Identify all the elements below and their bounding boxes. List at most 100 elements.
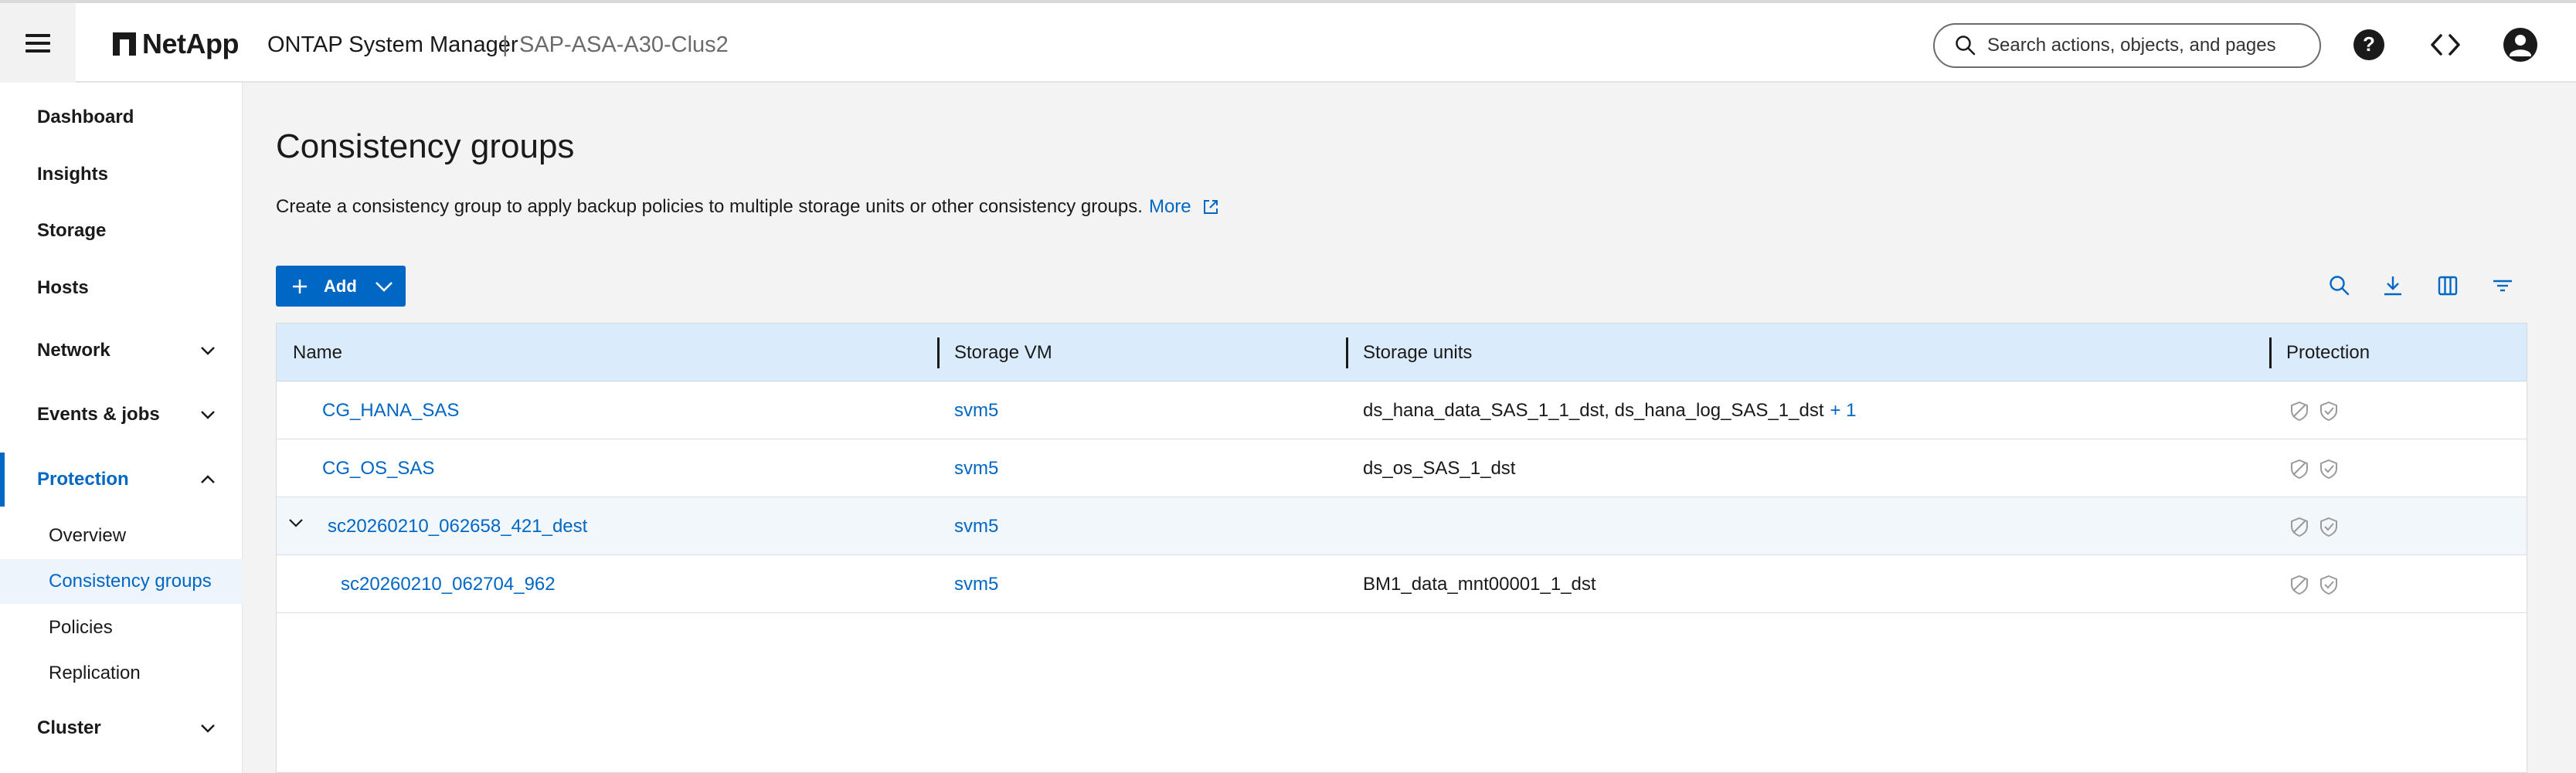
more-units-link[interactable]: + 1 [1830, 400, 1857, 422]
sidebar-item-dashboard[interactable]: Dashboard [0, 90, 243, 144]
sidebar-item-protection[interactable]: Protection [0, 453, 243, 507]
chevron-down-icon[interactable] [287, 517, 304, 530]
table-row[interactable]: sc20260210_062704_962 svm5 BM1_data_mnt0… [277, 555, 2527, 613]
chevron-down-icon [201, 724, 215, 733]
sidebar-subitem-consistency-groups[interactable]: Consistency groups [0, 559, 243, 604]
storage-units-text: BM1_data_mnt00001_1_dst [1363, 573, 1596, 595]
app-title: ONTAP System Manager [267, 32, 518, 57]
sidebar-item-insights[interactable]: Insights [0, 147, 243, 202]
sidebar-item-label: Network [37, 340, 110, 361]
netapp-logo-icon [113, 32, 136, 56]
column-header-name[interactable]: Name [293, 324, 342, 381]
search-input[interactable] [1987, 35, 2312, 56]
sidebar-item-storage[interactable]: Storage [0, 204, 243, 258]
description-text: Create a consistency group to apply back… [276, 196, 1143, 217]
chevron-down-icon [375, 281, 393, 292]
table-row[interactable]: CG_HANA_SAS svm5 ds_hana_data_SAS_1_1_ds… [277, 381, 2527, 439]
add-button[interactable]: Add [276, 266, 406, 307]
sidebar-item-events-jobs[interactable]: Events & jobs [0, 388, 243, 442]
storage-units-text: ds_os_SAS_1_dst [1363, 457, 1516, 479]
consistency-groups-table: Name Storage VM Storage units Protection… [276, 323, 2527, 773]
shield-check-icon [2320, 575, 2337, 595]
filter-button[interactable] [2486, 269, 2520, 303]
add-button-label: Add [324, 276, 357, 296]
table-row[interactable]: CG_OS_SAS svm5 ds_os_SAS_1_dst [277, 439, 2527, 497]
sidebar-item-label: Insights [37, 164, 109, 185]
svm-link[interactable]: svm5 [954, 400, 998, 422]
search-icon [2330, 276, 2350, 296]
sidebar-item-label: Events & jobs [37, 404, 160, 425]
column-header-storage-vm[interactable]: Storage VM [954, 324, 1052, 381]
sidebar-item-label: Protection [37, 469, 129, 490]
chevron-down-icon [201, 411, 215, 419]
cg-name-link[interactable]: CG_HANA_SAS [322, 400, 459, 422]
svm-link[interactable]: svm5 [954, 574, 998, 595]
code-icon [2431, 34, 2460, 56]
storage-units-text: ds_hana_data_SAS_1_1_dst, ds_hana_log_SA… [1363, 399, 1824, 421]
sidebar-subitem-label: Policies [49, 617, 113, 638]
cg-name-link[interactable]: CG_OS_SAS [322, 458, 434, 480]
user-icon [2503, 28, 2537, 62]
download-icon [2384, 276, 2401, 296]
top-header: NetApp ONTAP System Manager | SAP-ASA-A3… [0, 0, 2576, 83]
cg-name-link[interactable]: sc20260210_062704_962 [341, 574, 556, 595]
column-resize-handle[interactable] [2269, 337, 2272, 368]
shield-icon [2291, 517, 2308, 537]
table-search-button[interactable] [2323, 269, 2357, 303]
title-separator: | [502, 32, 508, 57]
table-row[interactable]: sc20260210_062658_421_dest svm5 [277, 497, 2527, 555]
cg-name-link[interactable]: sc20260210_062658_421_dest [328, 516, 587, 537]
external-link-icon[interactable] [1202, 198, 1219, 215]
api-button[interactable] [2427, 26, 2464, 63]
shield-icon [2291, 401, 2308, 422]
shield-icon [2291, 459, 2308, 480]
netapp-logo[interactable]: NetApp [113, 28, 240, 60]
search-icon [1956, 36, 1976, 56]
columns-button[interactable] [2431, 269, 2465, 303]
sidebar-subitem-overview[interactable]: Overview [0, 514, 243, 558]
sidebar-item-label: Cluster [37, 717, 101, 738]
sidebar: Dashboard Insights Storage Hosts Network… [0, 83, 243, 773]
sidebar-item-network[interactable]: Network [0, 324, 243, 378]
main-content: Consistency groups Create a consistency … [243, 83, 2576, 773]
sidebar-item-label: Dashboard [37, 107, 134, 127]
sidebar-subitem-label: Overview [49, 525, 127, 546]
protection-status [2289, 516, 2340, 537]
filter-icon [2493, 280, 2512, 292]
shield-check-icon [2320, 517, 2337, 537]
svg-text:?: ? [2363, 32, 2375, 56]
menu-icon [25, 33, 50, 53]
column-resize-handle[interactable] [1346, 337, 1348, 368]
column-resize-handle[interactable] [937, 337, 940, 368]
table-header-row: Name Storage VM Storage units Protection [277, 324, 2527, 381]
sidebar-item-cluster[interactable]: Cluster [0, 701, 243, 755]
menu-button[interactable] [0, 3, 76, 83]
page-title: Consistency groups [276, 127, 575, 165]
column-header-label: Storage VM [954, 341, 1052, 363]
shield-icon [2291, 575, 2308, 595]
svm-link[interactable]: svm5 [954, 516, 998, 537]
column-header-label: Name [293, 341, 343, 363]
protection-status [2289, 574, 2340, 595]
sidebar-item-label: Storage [37, 220, 107, 241]
svm-link[interactable]: svm5 [954, 458, 998, 480]
sidebar-item-hosts[interactable]: Hosts [0, 261, 243, 315]
more-link[interactable]: More [1149, 196, 1191, 218]
column-header-label: Protection [2286, 341, 2370, 363]
sidebar-subitem-policies[interactable]: Policies [0, 605, 243, 650]
global-search[interactable] [1933, 23, 2321, 68]
cluster-name: SAP-ASA-A30-Clus2 [519, 32, 729, 57]
user-menu-button[interactable] [2502, 26, 2539, 63]
sidebar-subitem-label: Consistency groups [49, 571, 212, 592]
column-header-storage-units[interactable]: Storage units [1363, 324, 1472, 381]
help-button[interactable]: ? [2350, 26, 2387, 63]
shield-check-icon [2320, 401, 2337, 422]
column-header-protection[interactable]: Protection [2286, 324, 2370, 381]
protection-status [2289, 400, 2340, 422]
chevron-up-icon [201, 475, 215, 483]
column-header-label: Storage units [1363, 341, 1473, 363]
sidebar-subitem-replication[interactable]: Replication [0, 651, 243, 696]
plus-icon [293, 279, 307, 293]
sidebar-subitem-label: Replication [49, 663, 141, 683]
download-button[interactable] [2376, 269, 2410, 303]
